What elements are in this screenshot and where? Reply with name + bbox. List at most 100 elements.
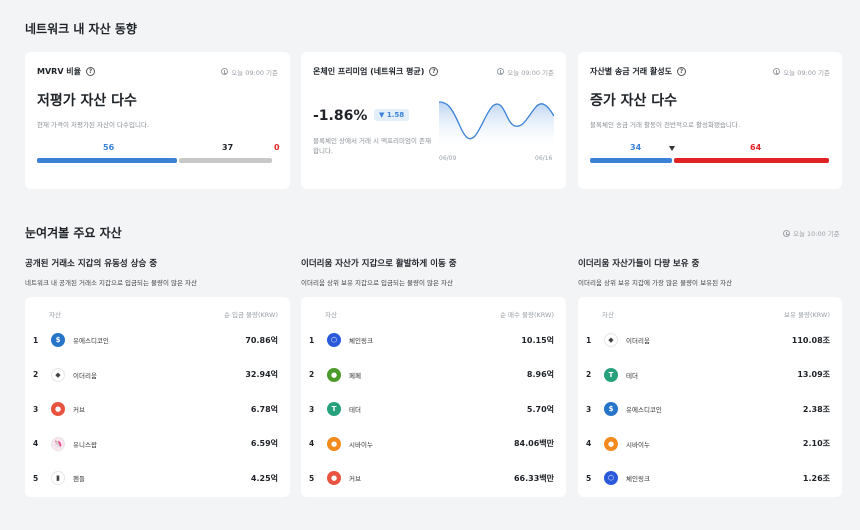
row-rank: 3	[33, 404, 39, 414]
col-asset-header: 자산	[325, 311, 337, 319]
row-rank: 4	[33, 439, 39, 448]
premium-title: 온체인 프리미엄 (네트워크 평균) ?	[313, 66, 439, 77]
mvrv-bar-mid	[179, 158, 272, 163]
mvrv-mid-value: 37	[222, 143, 234, 152]
transfer-high-value: 64	[750, 143, 762, 152]
section2-time: 오늘 10:00 기준	[783, 228, 840, 238]
tether-icon: T	[327, 402, 341, 416]
premium-time: 오늘 09:00 기준	[497, 67, 554, 77]
mvrv-time-text: 오늘 09:00 기준	[231, 68, 278, 77]
table-header: 자산 순 입금 물량(KRW)	[49, 309, 278, 319]
transfer-low-value: 34	[630, 143, 642, 152]
row-value: 2.10조	[802, 439, 830, 448]
row-rank: 5	[586, 473, 592, 483]
chainlink-icon: ⬡	[327, 333, 341, 347]
col-asset-header: 자산	[602, 311, 614, 319]
table-row[interactable]: 3 ● 커브 6.78억	[33, 400, 278, 418]
table-row[interactable]: 4 ● 시바이누 2.10조	[586, 435, 830, 453]
usdc-icon: $	[604, 402, 618, 416]
row-asset-name: 체인링크	[626, 475, 650, 483]
row-value: 84.06백만	[513, 439, 554, 448]
premium-change-badge: ▼ 1.58	[374, 109, 410, 121]
mvrv-headline: 저평가 자산 다수	[37, 93, 137, 109]
table2-title: 이더리움 자산가 지갑으로 활발하게 이동 중	[301, 259, 457, 269]
usdc-icon: $	[51, 333, 65, 347]
table1-title: 공개된 거래소 지갑의 유동성 상승 중	[25, 259, 158, 269]
row-asset-name: 시바이누	[626, 440, 650, 449]
transfer-time: 오늘 09:00 기준	[773, 67, 830, 77]
row-value: 32.94억	[245, 370, 278, 379]
clock-icon	[221, 68, 229, 75]
table-row[interactable]: 1 $ 유에스디코인 70.86억	[33, 331, 278, 349]
table-row[interactable]: 4 🦄 유니스왑 6.59억	[33, 435, 278, 453]
row-value: 70.86억	[245, 335, 278, 345]
transfer-title: 자산별 송금 거래 활성도 ?	[590, 66, 686, 77]
premium-desc: 블록체인 상에서 거래 시 액프리미엄이 존재합니다.	[313, 137, 431, 155]
table-row[interactable]: 1 ⬡ 체인링크 10.15억	[309, 331, 554, 349]
row-asset-name: 이더리움	[626, 337, 650, 345]
transfer-card[interactable]: 자산별 송금 거래 활성도 ? 오늘 09:00 기준 증가 자산 다수 블록체…	[578, 52, 842, 189]
transfer-time-text: 오늘 09:00 기준	[783, 68, 830, 77]
table3-desc: 이더리움 상위 보유 지갑에 가장 많은 물량이 보유된 자산	[578, 279, 733, 287]
row-rank: 1	[586, 335, 592, 345]
col-value-header: 보유 물량(KRW)	[783, 311, 830, 319]
table-header: 자산 보유 물량(KRW)	[602, 309, 830, 319]
transfer-marker-icon	[669, 146, 675, 151]
row-value: 66.33백만	[513, 473, 554, 483]
premium-time-text: 오늘 09:00 기준	[507, 68, 554, 77]
row-value: 2.38조	[802, 404, 830, 414]
premium-card[interactable]: 온체인 프리미엄 (네트워크 평균) ? 오늘 09:00 기준 -1.86% …	[301, 52, 566, 189]
table-row[interactable]: 3 $ 유에스디코인 2.38조	[586, 400, 830, 418]
row-asset-name: 체인링크	[349, 337, 373, 345]
col-asset-header: 자산	[49, 311, 61, 319]
row-asset-name: 시바이누	[349, 440, 373, 449]
help-icon[interactable]: ?	[429, 67, 439, 76]
table-row[interactable]: 5 ▮ 펜들 4.25억	[33, 469, 278, 487]
table-row[interactable]: 4 ● 시바이누 84.06백만	[309, 435, 554, 453]
table-row[interactable]: 2 ● 페페 8.96억	[309, 366, 554, 384]
row-asset-name: 유에스디코인	[73, 337, 109, 345]
premium-date-start: 06/09	[439, 155, 457, 162]
pepe-icon: ●	[327, 367, 341, 382]
mvrv-card[interactable]: MVRV 비율 ? 오늘 09:00 기준 저평가 자산 다수 현재 가격이 저…	[25, 52, 290, 189]
table-row[interactable]: 5 ● 커브 66.33백만	[309, 469, 554, 487]
table3-title: 이더리움 자산가들이 다량 보유 중	[578, 259, 700, 269]
table2-card: 자산 순 매수 물량(KRW) 1 ⬡ 체인링크 10.15억 2 ● 페페 8.96억 3 T 테더 5…	[301, 297, 566, 497]
curve-icon: ●	[51, 402, 65, 416]
shiba-icon: ●	[327, 436, 341, 451]
col-value-header: 순 매수 물량(KRW)	[499, 311, 554, 319]
transfer-headline: 증가 자산 다수	[590, 93, 678, 109]
table-row[interactable]: 2 ◆ 이더리움 32.94억	[33, 366, 278, 384]
tether-icon: T	[604, 367, 618, 382]
row-value: 5.70억	[526, 404, 554, 414]
mvrv-bar-low	[37, 158, 177, 163]
shiba-icon: ●	[604, 436, 618, 451]
row-asset-name: 유에스디코인	[626, 406, 662, 414]
mvrv-title-text: MVRV 비율	[37, 67, 82, 76]
transfer-desc: 블록체인 송금 거래 활동이 전반적으로 활성화됐습니다.	[590, 121, 740, 129]
clock-icon	[783, 229, 790, 237]
col-value-header: 순 입금 물량(KRW)	[223, 311, 278, 319]
clock-icon	[773, 68, 781, 75]
table-row[interactable]: 5 ⬡ 체인링크 1.26조	[586, 469, 830, 487]
table-row[interactable]: 1 ◆ 이더리움 110.08조	[586, 331, 830, 349]
row-value: 8.96억	[526, 370, 554, 379]
help-icon[interactable]: ?	[676, 67, 686, 76]
help-icon[interactable]: ?	[86, 67, 96, 76]
row-asset-name: 유니스왑	[73, 440, 97, 449]
transfer-title-text: 자산별 송금 거래 활성도	[590, 67, 672, 76]
row-value: 6.59억	[250, 439, 278, 448]
row-value: 6.78억	[250, 404, 278, 414]
mvrv-title: MVRV 비율 ?	[37, 66, 96, 77]
ethereum-icon: ◆	[51, 367, 65, 382]
row-rank: 1	[309, 335, 315, 345]
table-row[interactable]: 3 T 테더 5.70억	[309, 400, 554, 418]
table3-card: 자산 보유 물량(KRW) 1 ◆ 이더리움 110.08조 2 T 테더 13.09조 3 $ 유에스…	[578, 297, 842, 497]
row-rank: 2	[33, 370, 39, 379]
row-rank: 5	[33, 473, 39, 483]
table-row[interactable]: 2 T 테더 13.09조	[586, 366, 830, 384]
row-value: 110.08조	[791, 335, 830, 345]
row-rank: 4	[309, 439, 315, 448]
row-rank: 2	[586, 370, 592, 379]
section-title-key-assets: 눈여겨볼 주요 자산	[25, 226, 122, 240]
